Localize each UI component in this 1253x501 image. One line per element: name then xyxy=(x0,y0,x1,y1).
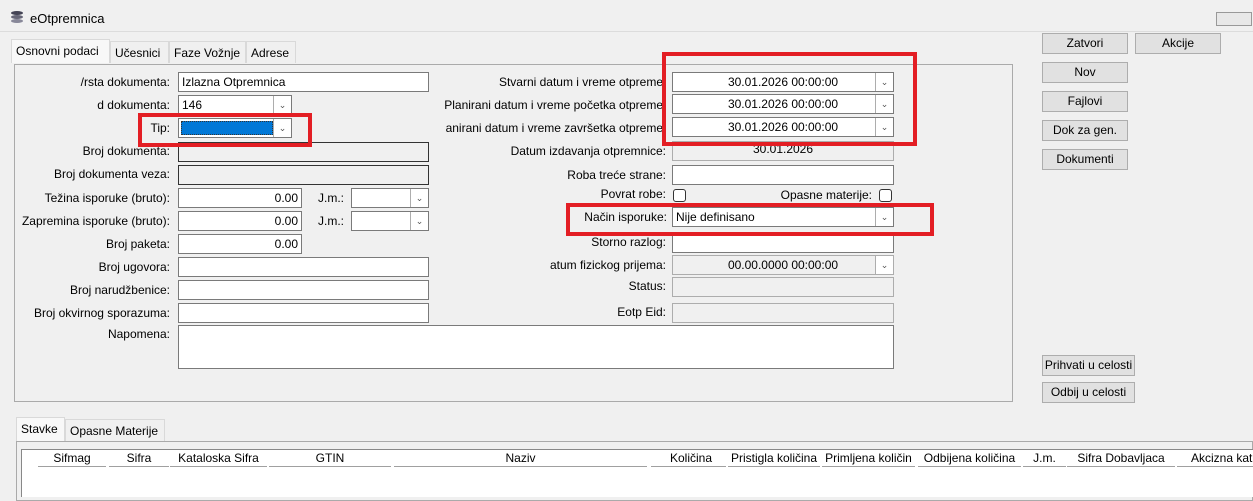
izdavanja-label: Datum izdavanja otpremnice: xyxy=(510,144,666,158)
stvarni-label: Stvarni datum i vreme otpreme xyxy=(498,75,663,89)
roba-trece-strane-field[interactable] xyxy=(672,165,894,185)
column-header[interactable]: Sifra Dobavljaca xyxy=(1067,450,1175,467)
veza-label: Broj dokumenta veza: xyxy=(53,167,170,181)
highlight-tip xyxy=(138,113,312,147)
napomena-textarea[interactable] xyxy=(178,325,894,369)
opasne-materije-checkbox[interactable] xyxy=(879,189,892,202)
column-header[interactable]: J.m. xyxy=(1023,450,1066,467)
zapremina-jm-select[interactable]: ⌄ xyxy=(351,211,429,231)
storno-label: Storno razlog: xyxy=(591,235,666,249)
column-header[interactable]: Pristigla količina xyxy=(728,450,820,467)
zapremina-field[interactable]: 0.00 xyxy=(178,211,302,231)
column-header[interactable]: Kataloska Sifra xyxy=(170,450,267,467)
tab-opasne-materije[interactable]: Opasne Materije xyxy=(65,419,165,441)
narudzbenice-label: Broj narudžbenice: xyxy=(69,283,170,297)
jm-label: J.m.: xyxy=(318,191,344,205)
jm2-label: J.m.: xyxy=(318,214,344,228)
prihvati-button[interactable]: Prihvati u celosti xyxy=(1042,355,1135,376)
storno-razlog-field[interactable] xyxy=(672,233,894,253)
tab-ucesnici[interactable]: Učesnici xyxy=(110,41,169,63)
odbij-button[interactable]: Odbij u celosti xyxy=(1042,382,1135,403)
chevron-down-icon[interactable]: ⌄ xyxy=(410,212,428,230)
id-dokumenta-select[interactable]: 146 ⌄ xyxy=(178,95,292,115)
column-header[interactable]: Količina xyxy=(651,450,726,467)
column-header[interactable]: Odbijena količina xyxy=(918,450,1021,467)
okvirnog-label: Broj okvirnog sporazuma: xyxy=(33,306,170,320)
vrsta-dokumenta-field[interactable]: Izlazna Otpremnica xyxy=(178,72,429,92)
broj-paketa-field[interactable]: 0.00 xyxy=(178,234,302,254)
tezina-jm-select[interactable]: ⌄ xyxy=(351,188,429,208)
eid-label: Eotp Eid: xyxy=(617,305,666,319)
column-header[interactable]: Sifra xyxy=(109,450,169,467)
highlight-dates xyxy=(662,52,917,146)
dok-za-gen-button[interactable]: Dok za gen. xyxy=(1042,120,1128,141)
broj-dokumenta-veza-field xyxy=(178,165,429,185)
paketa-label: Broj paketa: xyxy=(105,237,170,251)
title-bar: eOtpremnica xyxy=(0,0,1253,32)
eotp-eid-field xyxy=(672,303,894,323)
column-header[interactable]: Primljena količin xyxy=(822,450,915,467)
akcije-button[interactable]: Akcije xyxy=(1135,33,1221,54)
chevron-down-icon[interactable]: ⌄ xyxy=(410,189,428,207)
tab-osnovni-podaci[interactable]: Osnovni podaci xyxy=(11,39,110,63)
id-value: 146 xyxy=(182,98,203,112)
pocetak-label: Planirani datum i vreme početka otpreme xyxy=(444,98,663,112)
fajlovi-button[interactable]: Fajlovi xyxy=(1042,91,1128,112)
nov-button[interactable]: Nov xyxy=(1042,62,1128,83)
zapremina-label: Zapremina isporuke (bruto): xyxy=(21,214,170,228)
tezina-field[interactable]: 0.00 xyxy=(178,188,302,208)
broj-narudzbenice-field[interactable] xyxy=(178,280,429,300)
highlight-nacin xyxy=(566,203,934,236)
povrat-label: Povrat robe: xyxy=(600,187,666,201)
zatvori-button[interactable]: Zatvori xyxy=(1042,33,1128,54)
column-header[interactable]: Akcizna kat xyxy=(1177,450,1253,467)
povrat-robe-checkbox[interactable] xyxy=(673,189,686,202)
chevron-down-icon: ⌄ xyxy=(875,256,893,274)
roba-label: Roba treće strane: xyxy=(567,168,666,182)
tezina-label: Težina isporuke (bruto): xyxy=(44,191,170,205)
window-restore-button[interactable] xyxy=(1216,12,1252,26)
zavrsetak-label: anirani datum i vreme završetka otpreme xyxy=(445,121,663,135)
prijem-value: 00.00.0000 00:00:00 xyxy=(727,258,839,272)
column-header[interactable]: GTIN xyxy=(269,450,391,467)
status-label: Status: xyxy=(628,279,666,293)
broj-okvirnog-field[interactable] xyxy=(178,303,429,323)
column-header[interactable]: Sifmag xyxy=(38,450,106,467)
broj-ugovora-field[interactable] xyxy=(178,257,429,277)
tab-faze-voznje[interactable]: Faze Vožnje xyxy=(169,41,246,63)
datum-prijema-picker: 00.00.0000 00:00:00 ⌄ xyxy=(672,255,894,275)
napomena-label: Napomena: xyxy=(107,327,170,341)
prijem-label: atum fizickog prijema: xyxy=(549,258,666,272)
window-title: eOtpremnica xyxy=(30,11,105,26)
vrsta-label: /rsta dokumenta: xyxy=(80,75,170,89)
ugovora-label: Broj ugovora: xyxy=(98,260,170,274)
column-header[interactable]: Naziv xyxy=(394,450,647,467)
tab-stavke[interactable]: Stavke xyxy=(16,417,65,441)
app-icon xyxy=(11,11,23,23)
chevron-down-icon[interactable]: ⌄ xyxy=(273,96,291,114)
opasne-label: Opasne materije: xyxy=(780,188,872,202)
id-label: d dokumenta: xyxy=(97,98,170,112)
tab-adrese[interactable]: Adrese xyxy=(246,41,296,63)
dokumenti-button[interactable]: Dokumenti xyxy=(1042,149,1128,170)
status-field xyxy=(672,277,894,297)
